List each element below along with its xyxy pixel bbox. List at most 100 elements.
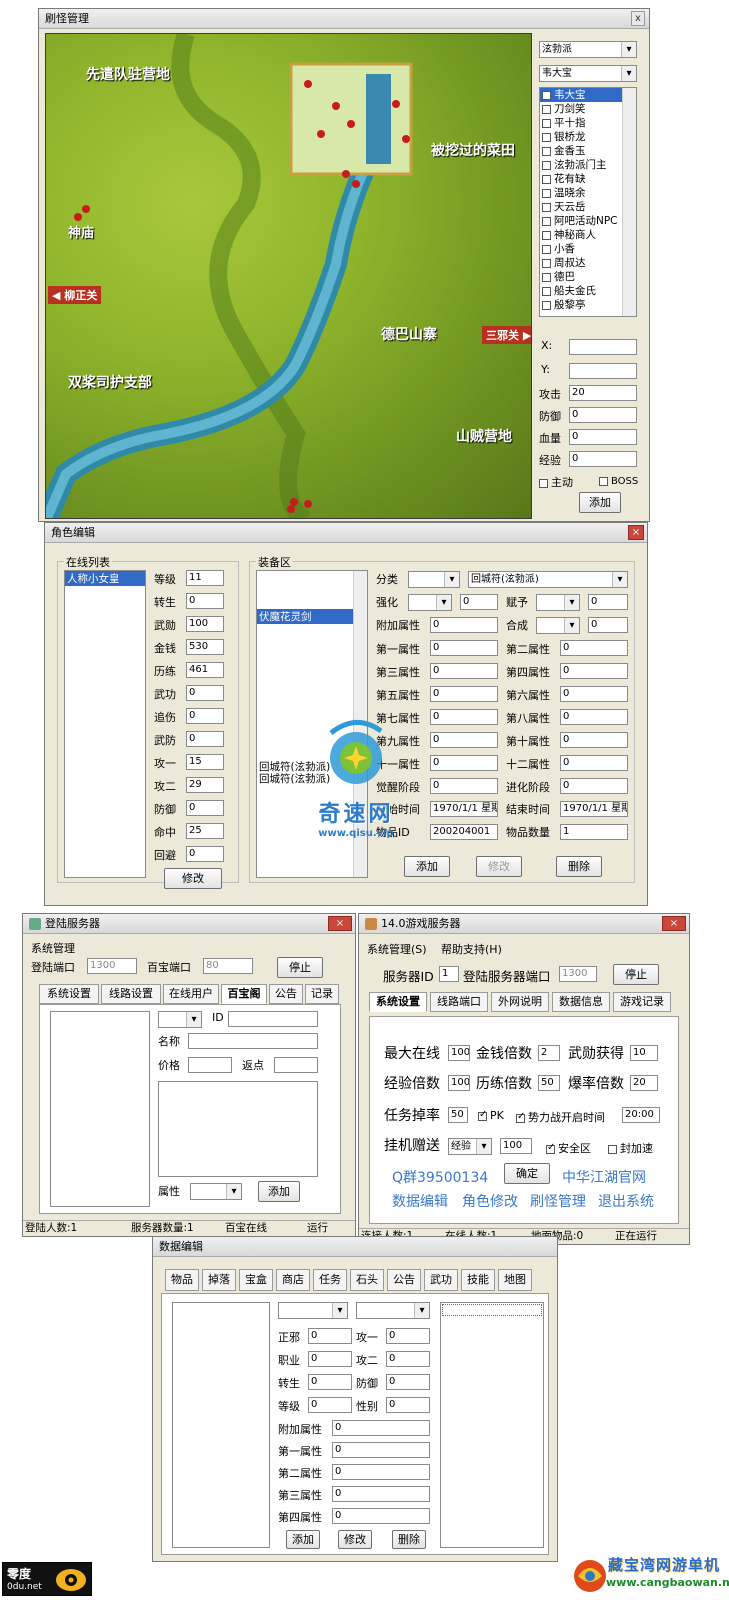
attribute-input[interactable]: 0 xyxy=(430,640,498,656)
stop-button[interactable]: 停止 xyxy=(613,964,659,985)
field-input[interactable]: 0 xyxy=(308,1328,352,1344)
add-shop-item-button[interactable]: 添加 xyxy=(258,1181,300,1202)
npc-checkbox[interactable] xyxy=(542,132,551,142)
field-input[interactable]: 0 xyxy=(386,1374,430,1390)
stat-input[interactable]: 15 xyxy=(186,754,224,770)
tab-log[interactable]: 记录 xyxy=(305,984,339,1004)
field-input[interactable]: 0 xyxy=(386,1351,430,1367)
edit-data-button[interactable]: 修改 xyxy=(338,1530,372,1549)
tab-online-users[interactable]: 在线用户 xyxy=(163,984,219,1004)
close-button[interactable]: x xyxy=(631,11,645,26)
description-textarea[interactable] xyxy=(158,1081,318,1177)
menu-system[interactable]: 系统管理(S) xyxy=(367,941,427,957)
npc-checkbox[interactable] xyxy=(542,160,551,170)
field-input[interactable]: 0 xyxy=(332,1486,430,1502)
stat-input[interactable]: 0 xyxy=(186,846,224,862)
attribute-input[interactable]: 0 xyxy=(560,709,628,725)
data-tab-4[interactable]: 任务 xyxy=(313,1269,347,1291)
gold-mult-input[interactable]: 2 xyxy=(538,1045,560,1061)
attribute-input[interactable]: 0 xyxy=(560,640,628,656)
field-input[interactable]: 0 xyxy=(308,1374,352,1390)
login-port-input[interactable]: 1300 xyxy=(87,958,137,974)
npc-checkbox[interactable] xyxy=(542,202,551,212)
faction-war-checkbox-box[interactable] xyxy=(516,1111,525,1123)
tab-lines[interactable]: 线路设置 xyxy=(101,984,161,1004)
stat-input[interactable]: 100 xyxy=(186,616,224,632)
npc-list[interactable]: 韦大宝 刀剑笑 平十指 银桥龙 金香玉 泫勃派门主 花有缺 温晓余 天云岳 阿吧活动NPC 神秘商人… xyxy=(539,87,637,317)
id-input[interactable] xyxy=(228,1011,318,1027)
faction-select[interactable]: 泫勃派 xyxy=(539,41,637,58)
enhance-input[interactable]: 0 xyxy=(460,594,498,610)
data-tab-7[interactable]: 武功 xyxy=(424,1269,458,1291)
login-port-input[interactable]: 1300 xyxy=(559,966,597,982)
end-time-input[interactable]: 1970/1/1 星期 xyxy=(560,801,628,817)
shop-port-input[interactable]: 80 xyxy=(203,958,253,974)
drop-mult-input[interactable]: 20 xyxy=(630,1075,658,1091)
edit-item-button[interactable]: 修改 xyxy=(476,856,522,877)
attribute-input[interactable]: 0 xyxy=(430,732,498,748)
link-role-edit[interactable]: 角色修改 xyxy=(462,1191,518,1211)
data-subtype-select[interactable] xyxy=(356,1302,430,1319)
tab-shop[interactable]: 百宝阁 xyxy=(221,984,267,1004)
faction-war-checkbox[interactable]: 势力战开启时间 xyxy=(516,1109,605,1125)
field-input[interactable]: 0 xyxy=(386,1328,430,1344)
combine-select[interactable] xyxy=(536,617,580,634)
item-qty-input[interactable]: 1 xyxy=(560,824,628,840)
attribute-input[interactable]: 0 xyxy=(560,686,628,702)
delete-data-button[interactable]: 删除 xyxy=(392,1530,426,1549)
close-button[interactable]: × xyxy=(662,916,686,931)
npc-checkbox[interactable] xyxy=(542,146,551,156)
x-input[interactable] xyxy=(569,339,637,355)
delete-item-button[interactable]: 删除 xyxy=(556,856,602,877)
speed-block-checkbox-box[interactable] xyxy=(608,1144,617,1154)
rebate-input[interactable] xyxy=(274,1057,318,1073)
field-input[interactable]: 0 xyxy=(332,1420,430,1436)
add-monster-button[interactable]: 添加 xyxy=(579,492,621,513)
data-tab-1[interactable]: 掉落 xyxy=(202,1269,236,1291)
world-map[interactable]: 先遣队驻营地 被挖过的菜田 神庙 ◀ 柳正关 三邪关 ▶ 德巴山寨 双桨司护支部… xyxy=(45,33,532,519)
stat-input[interactable]: 0 xyxy=(186,731,224,747)
data-tab-2[interactable]: 宝盒 xyxy=(239,1269,273,1291)
link-monster-manage[interactable]: 刷怪管理 xyxy=(530,1191,586,1211)
tab-data-info[interactable]: 数据信息 xyxy=(552,992,610,1012)
exp-mult-input[interactable]: 100 xyxy=(448,1075,470,1091)
npc-checkbox[interactable] xyxy=(542,258,551,268)
stat-input[interactable]: 29 xyxy=(186,777,224,793)
field-input[interactable]: 0 xyxy=(308,1397,352,1413)
map-label-liuzheng-pass[interactable]: ◀ 柳正关 xyxy=(48,286,102,304)
stat-input[interactable]: 461 xyxy=(186,662,224,678)
attr-select[interactable] xyxy=(190,1183,242,1200)
attack-input[interactable]: 20 xyxy=(569,385,637,401)
add-data-button[interactable]: 添加 xyxy=(286,1530,320,1549)
server-id-input[interactable]: 1 xyxy=(439,966,459,982)
npc-checkbox[interactable] xyxy=(542,300,551,310)
attribute-input[interactable]: 0 xyxy=(560,663,628,679)
item-id-input[interactable]: 200204001 xyxy=(430,824,498,840)
qq-group-link[interactable]: Q群39500134 xyxy=(392,1167,488,1187)
active-checkbox[interactable]: 主动 xyxy=(539,474,573,490)
extra-attr-input[interactable]: 0 xyxy=(430,617,498,633)
idle-gift-input[interactable]: 100 xyxy=(500,1138,532,1154)
confirm-button[interactable]: 确定 xyxy=(504,1163,550,1184)
max-online-input[interactable]: 100 xyxy=(448,1045,470,1061)
idle-gift-type-select[interactable]: 经验 xyxy=(448,1138,492,1155)
hp-input[interactable]: 0 xyxy=(569,429,637,445)
stat-input[interactable]: 0 xyxy=(186,800,224,816)
faction-war-time-input[interactable]: 20:00 xyxy=(622,1107,660,1123)
pk-checkbox[interactable]: PK xyxy=(478,1109,504,1122)
attribute-input[interactable]: 0 xyxy=(560,755,628,771)
speed-block-checkbox[interactable]: 封加速 xyxy=(608,1140,653,1156)
stat-input[interactable]: 11 xyxy=(186,570,224,586)
boss-checkbox[interactable]: BOSS xyxy=(599,474,638,487)
attribute-input[interactable]: 0 xyxy=(430,686,498,702)
shop-item-list[interactable] xyxy=(50,1011,150,1207)
npc-checkbox[interactable] xyxy=(542,244,551,254)
name-input[interactable] xyxy=(188,1033,318,1049)
data-detail-list[interactable] xyxy=(440,1302,544,1548)
menu-help[interactable]: 帮助支持(H) xyxy=(441,941,502,957)
data-type-select[interactable] xyxy=(278,1302,348,1319)
data-tab-0[interactable]: 物品 xyxy=(165,1269,199,1291)
link-exit-system[interactable]: 退出系统 xyxy=(598,1191,654,1211)
attribute-input[interactable]: 0 xyxy=(430,709,498,725)
npc-checkbox[interactable] xyxy=(542,272,551,282)
